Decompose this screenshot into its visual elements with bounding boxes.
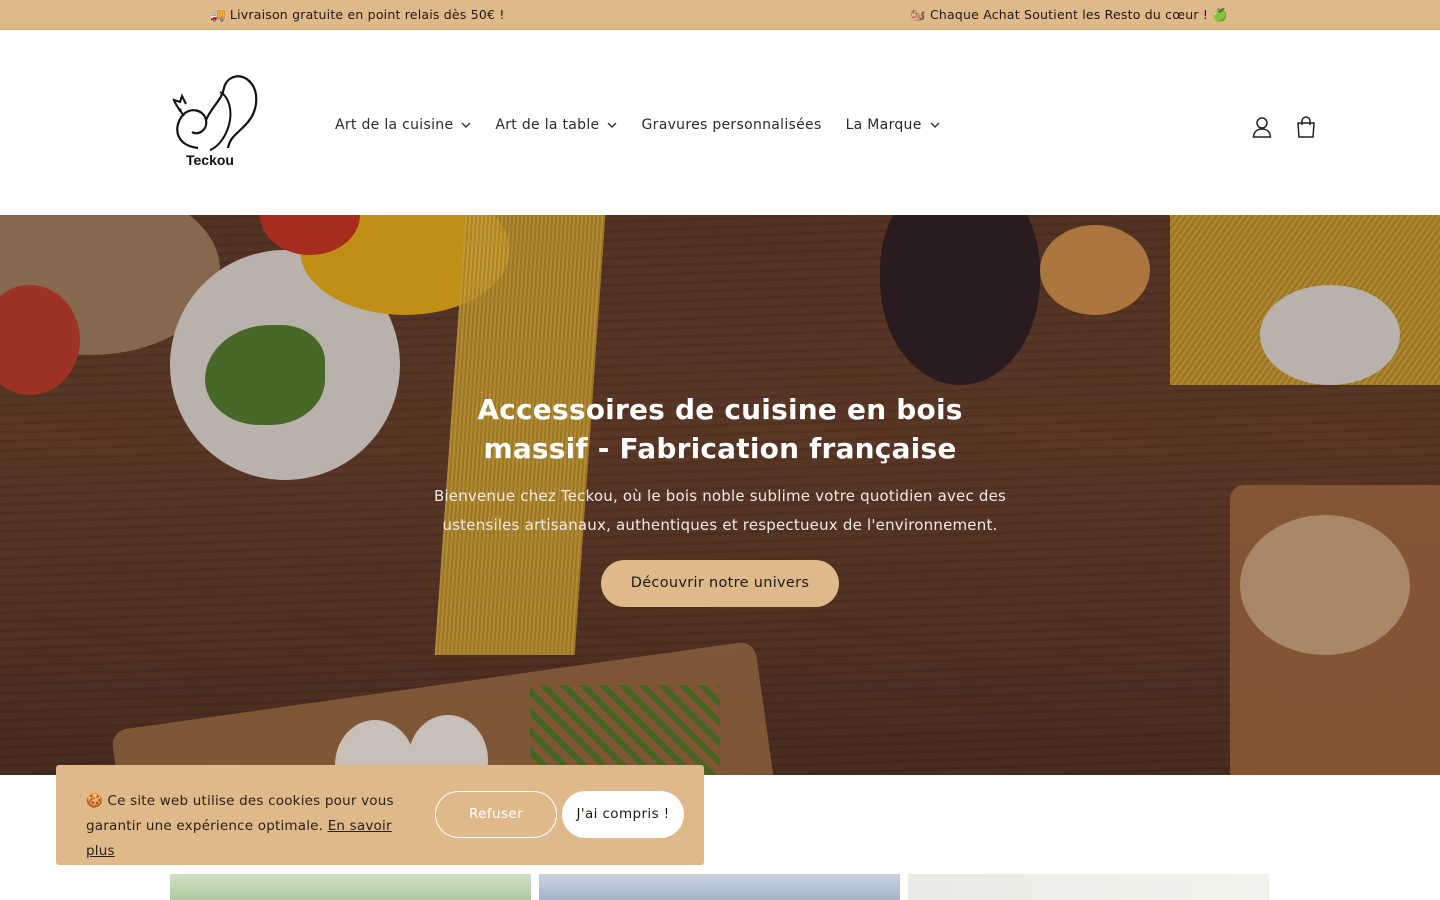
collection-tile[interactable] <box>908 874 1269 900</box>
hero-banner: Accessoires de cuisine en bois massif - … <box>0 215 1440 775</box>
announcement-charity: 🐿️ Chaque Achat Soutient les Resto du cœ… <box>910 7 1228 22</box>
nav-label: Art de la cuisine <box>335 117 454 133</box>
nav-art-de-la-table[interactable]: Art de la table <box>495 117 617 133</box>
nav-label: Gravures personnalisées <box>641 117 822 133</box>
announcement-shipping: 🚚 Livraison gratuite en point relais dès… <box>210 7 505 22</box>
cookie-message: 🍪 Ce site web utilise des cookies pour v… <box>86 789 416 864</box>
refuse-cookies-button[interactable]: Refuser <box>435 791 557 838</box>
hero-title: Accessoires de cuisine en bois massif - … <box>477 393 963 465</box>
nav-gravures-personnalisees[interactable]: Gravures personnalisées <box>641 117 821 133</box>
chevron-down-icon <box>607 122 617 128</box>
cart-icon[interactable] <box>1294 114 1318 140</box>
collection-tiles <box>170 874 1277 900</box>
chevron-down-icon <box>461 122 471 128</box>
nav-label: Art de la table <box>495 117 600 133</box>
hero-subtitle: Bienvenue chez Teckou, où le bois noble … <box>433 487 1007 534</box>
nav-art-de-la-cuisine[interactable]: Art de la cuisine <box>335 117 471 133</box>
hero-content: Accessoires de cuisine en bois massif - … <box>430 390 1010 607</box>
account-icon[interactable] <box>1250 114 1274 140</box>
header-actions <box>1230 114 1318 140</box>
main-nav: Art de la cuisine Art de la table Gravur… <box>335 117 964 133</box>
accept-cookies-button[interactable]: J'ai compris ! <box>562 791 684 838</box>
nav-la-marque[interactable]: La Marque <box>846 117 940 133</box>
collection-tile[interactable] <box>539 874 900 900</box>
site-header: Teckou Art de la cuisine Art de la table… <box>0 30 1440 215</box>
cookie-banner: 🍪 Ce site web utilise des cookies pour v… <box>56 765 704 865</box>
nav-label: La Marque <box>845 117 922 133</box>
logo-wordmark: Teckou <box>186 152 234 168</box>
announcement-bar: 🚚 Livraison gratuite en point relais dès… <box>0 0 1440 30</box>
discover-button[interactable]: Découvrir notre univers <box>600 560 840 607</box>
chevron-down-icon <box>930 122 940 128</box>
collection-tile[interactable] <box>170 874 531 900</box>
